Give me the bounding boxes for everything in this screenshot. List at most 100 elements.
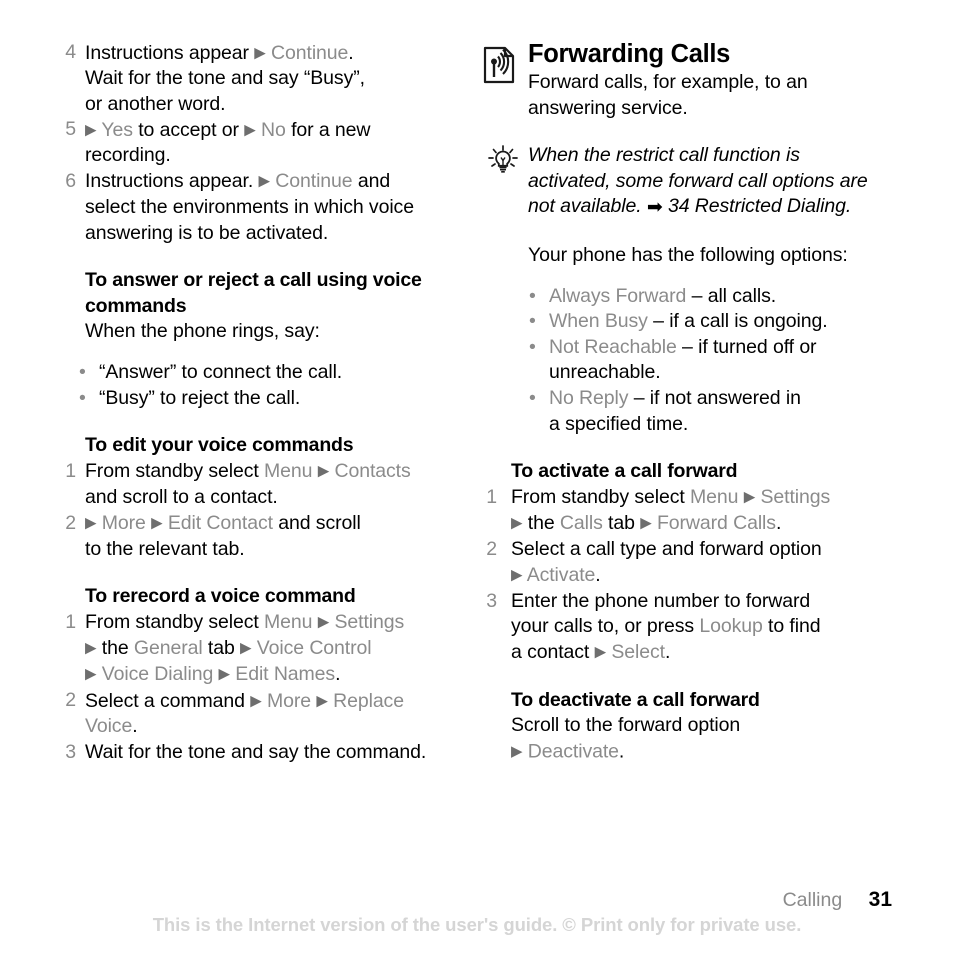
bullet-text: “Answer” to connect the call. bbox=[99, 361, 343, 384]
menu-term: More bbox=[101, 512, 146, 534]
menu-term: Settings bbox=[334, 611, 405, 634]
step-text: From standby select Menu ▶ Settings ▶ the… bbox=[85, 611, 405, 686]
text-fragment: Instructions appear. bbox=[85, 170, 259, 193]
text-fragment: and scroll to a contact. bbox=[85, 485, 278, 508]
text-fragment: and scroll bbox=[272, 512, 361, 534]
bullet-icon: • bbox=[529, 284, 536, 307]
bullet-icon: • bbox=[529, 335, 536, 358]
step-number: 2 bbox=[65, 689, 76, 712]
text-fragment: for a new bbox=[285, 118, 371, 141]
text-line: answering service. bbox=[528, 96, 688, 119]
menu-term: No bbox=[261, 118, 286, 141]
section-heading: To answer or reject a call using voice c… bbox=[85, 269, 422, 317]
text-fragment: From standby select bbox=[511, 486, 690, 509]
list-item: 3 Wait for the tone and say the command. bbox=[58, 740, 478, 766]
text-fragment: select the environments in which voice bbox=[85, 196, 414, 219]
list-item: • Not Reachable – if turned off or unrea… bbox=[521, 335, 913, 386]
triangle-arrow-icon: ▶ bbox=[85, 665, 97, 683]
bullet-icon: • bbox=[529, 386, 536, 409]
text-fragment: a contact bbox=[511, 641, 595, 664]
menu-term: Voice Dialing bbox=[101, 663, 214, 686]
list-item: • “Busy” to reject the call. bbox=[71, 386, 478, 412]
text-fragment: the bbox=[96, 637, 134, 660]
text-fragment: to find bbox=[762, 615, 821, 638]
solid-arrow-icon: ➡ bbox=[646, 197, 663, 219]
chapter-header: Forwarding Calls Forward calls, for exam… bbox=[483, 40, 913, 121]
option-desc: – if not answered in bbox=[633, 386, 801, 409]
text-line: Forward calls, for example, to an bbox=[528, 71, 808, 93]
step-text: ▶ Yes to accept or ▶ No for a new recordi… bbox=[85, 119, 370, 167]
menu-term: General bbox=[133, 637, 203, 660]
text-line: activated, some forward call options are bbox=[528, 169, 868, 192]
triangle-arrow-icon: ▶ bbox=[258, 172, 271, 190]
list-item: • Always Forward – all calls. bbox=[521, 284, 913, 310]
triangle-arrow-icon: ▶ bbox=[511, 566, 523, 584]
menu-term: Yes bbox=[101, 118, 133, 141]
step-number: 1 bbox=[486, 485, 497, 508]
text-fragment: tab bbox=[202, 637, 241, 660]
menu-term: Activate bbox=[526, 564, 596, 586]
step-text: From standby select Menu ▶ Contacts and s… bbox=[85, 460, 411, 508]
text-fragment: Instructions appear bbox=[85, 41, 255, 64]
step-text: Enter the phone number to forward your ca… bbox=[511, 589, 821, 664]
list-item: 3 Enter the phone number to forward your … bbox=[483, 589, 913, 666]
triangle-arrow-icon: ▶ bbox=[743, 488, 756, 506]
list-item: • When Busy – if a call is ongoing. bbox=[521, 309, 913, 335]
step-number: 3 bbox=[486, 589, 497, 612]
menu-term: Calls bbox=[559, 512, 603, 535]
step-number: 6 bbox=[65, 169, 76, 192]
bullet-icon: • bbox=[79, 361, 86, 384]
menu-term: Edit Contact bbox=[167, 512, 273, 534]
menu-term: Contacts bbox=[334, 460, 411, 483]
menu-term: Edit Names bbox=[235, 663, 336, 686]
chapter-title: Forwarding Calls bbox=[528, 40, 731, 68]
list-item: 1 From standby select Menu ▶ Settings ▶ t… bbox=[58, 610, 478, 688]
deactivate-body: Scroll to the forward option ▶ Deactivat… bbox=[511, 714, 741, 763]
menu-term: Menu bbox=[264, 611, 313, 634]
left-column: 4 Instructions appear ▶ Continue. Wait fo… bbox=[58, 40, 478, 765]
text-fragment: and bbox=[352, 170, 391, 193]
bullet-icon: • bbox=[79, 386, 86, 409]
list-item: 2 Select a call type and forward option ▶… bbox=[483, 537, 913, 589]
step-number: 5 bbox=[65, 118, 76, 141]
bullet-text: “Busy” to reject the call. bbox=[99, 386, 301, 409]
option-desc: – if a call is ongoing. bbox=[653, 310, 828, 333]
option-term: When Busy bbox=[549, 310, 648, 333]
triangle-arrow-icon: ▶ bbox=[254, 44, 266, 61]
step-text: Select a command ▶ More ▶ Replace Voice. bbox=[85, 689, 404, 738]
bullet-list: • “Answer” to connect the call. • “Busy”… bbox=[58, 360, 478, 411]
triangle-arrow-icon: ▶ bbox=[511, 743, 523, 761]
triangle-arrow-icon: ▶ bbox=[85, 121, 97, 139]
text-fragment: Enter the phone number to forward bbox=[511, 589, 811, 612]
page-number: 31 bbox=[868, 888, 892, 911]
tip-reference: 34 Restricted Dialing. bbox=[668, 195, 852, 218]
section-heading: To edit your voice commands bbox=[85, 434, 354, 457]
list-item: 5 ▶ Yes to accept or ▶ No for a new recor… bbox=[58, 117, 478, 169]
option-term: No Reply bbox=[549, 386, 629, 409]
option-desc-cont: unreachable. bbox=[549, 361, 661, 384]
list-item: 4 Instructions appear ▶ Continue. Wait fo… bbox=[58, 40, 478, 117]
page-footer: Calling 31 bbox=[0, 888, 954, 912]
list-item: 1 From standby select Menu ▶ Contacts and… bbox=[58, 459, 478, 511]
triangle-arrow-icon: ▶ bbox=[511, 514, 523, 532]
options-intro: Your phone has the following options: bbox=[528, 243, 848, 266]
copyright-notice: This is the Internet version of the user… bbox=[152, 914, 802, 935]
text-fragment: tab bbox=[602, 512, 641, 535]
text-fragment: recording. bbox=[85, 144, 171, 167]
menu-term: Menu bbox=[264, 460, 313, 483]
text-line: not available. bbox=[528, 195, 642, 218]
tip-text: When the restrict call function is activa… bbox=[528, 144, 868, 219]
option-term: Always Forward bbox=[549, 284, 687, 307]
list-item: 6 Instructions appear. ▶ Continue and sel… bbox=[58, 169, 478, 246]
text-fragment: your calls to, or press bbox=[511, 615, 700, 638]
step-number: 2 bbox=[486, 537, 497, 560]
step-text: Instructions appear. ▶ Continue and selec… bbox=[85, 170, 414, 243]
footer-chapter-name: Calling bbox=[782, 889, 843, 911]
